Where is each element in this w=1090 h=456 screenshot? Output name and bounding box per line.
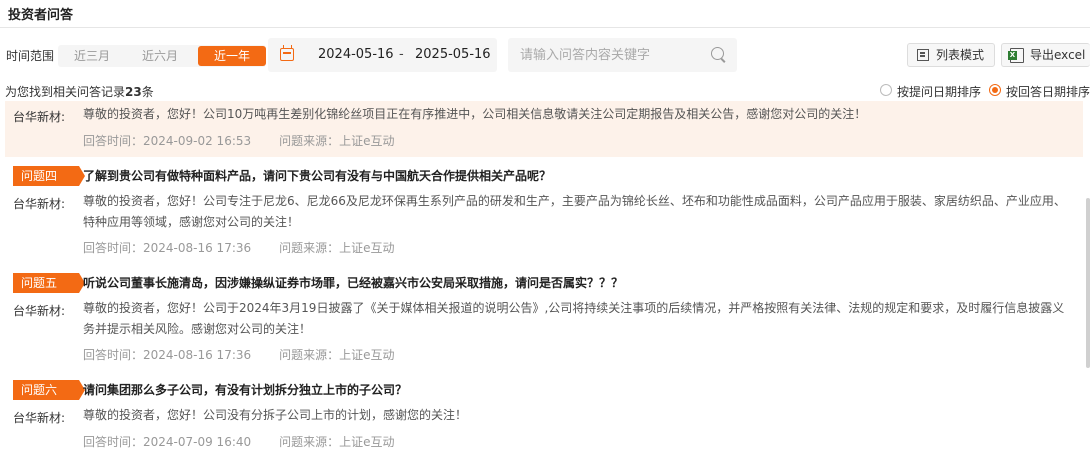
sort-by-reply-date-option[interactable]: 按回答日期排序 [989,83,1090,100]
qa-item: 问题六 请问集团那么多子公司，有没有计划拆分独立上市的子公司？ 台华新材: 尊敬… [5,377,1083,456]
sort-reply-radio[interactable] [989,84,1001,96]
question-source: 问题来源：上证e互动 [279,435,395,449]
reply-time: 回答时间：2024-08-16 17:36 [83,241,252,255]
answer-meta: 回答时间：2024-07-09 16:40 问题来源：上证e互动 [83,433,395,450]
question-text[interactable]: 请问集团那么多子公司，有没有计划拆分独立上市的子公司？ [83,381,407,398]
search-box [508,38,737,72]
search-input[interactable] [508,38,698,72]
sort-ask-label: 按提问日期排序 [897,85,982,99]
answer-meta: 回答时间：2024-08-16 17:36 问题来源：上证e互动 [83,346,395,363]
answer-text: 尊敬的投资者，您好！公司10万吨再生差别化锦纶丝项目正在有序推进中，公司相关信息… [83,107,867,121]
sort-ask-radio[interactable] [880,84,892,96]
result-summary-row: 为您找到相关问答记录23条 按提问日期排序 按回答日期排序 [0,83,1090,99]
search-icon[interactable] [711,47,724,60]
list-mode-button[interactable]: 列表模式 [907,43,995,67]
question-text[interactable]: 了解到贵公司有做特种面料产品，请问下贵公司有没有与中国航天合作提供相关产品呢？ [83,167,551,184]
answer-company: 台华新材: [13,197,66,211]
calendar-icon [280,45,294,61]
answer-text: 尊敬的投资者，您好！公司没有分拆子公司上市的计划，感谢您的关注！ [83,408,468,422]
result-suffix: 条 [141,85,154,99]
question-source: 问题来源：上证e互动 [279,134,395,148]
qa-item: 问题五 听说公司董事长施清岛，因涉嫌操纵证券市场罪，已经被嘉兴市公安局采取措施，… [5,270,1083,370]
answer-meta: 回答时间：2024-08-16 17:36 问题来源：上证e互动 [83,239,395,256]
qa-list: 台华新材: 尊敬的投资者，您好！公司10万吨再生差别化锦纶丝项目正在有序推进中，… [0,101,1084,456]
answer-meta: 回答时间：2024-09-02 16:53 问题来源：上证e互动 [83,132,395,149]
export-excel-label: 导出excel [1030,48,1086,62]
answer-text: 尊敬的投资者，您好！公司专注于尼龙6、尼龙66及尼龙环保再生系列产品的研发和生产… [83,194,1066,229]
page-header: 投资者问答 [0,0,1090,28]
result-prefix: 为您找到相关问答记录 [5,85,126,99]
question-tag: 问题五 [13,273,85,293]
range-3-months-button[interactable]: 近三月 [58,46,126,66]
answer-text: 尊敬的投资者，您好！公司于2024年3月19日披露了《关于媒体相关报道的说明公告… [83,301,1065,336]
range-1-year-button[interactable]: 近一年 [198,46,267,66]
question-source: 问题来源：上证e互动 [279,348,395,362]
date-separator: - [399,47,404,62]
export-excel-button[interactable]: 导出excel [1001,43,1090,67]
sort-by-ask-date-option[interactable]: 按提问日期排序 [880,83,981,100]
excel-icon [1008,48,1024,63]
date-end[interactable]: 2025-05-16 [415,47,491,62]
question-text[interactable]: 听说公司董事长施清岛，因涉嫌操纵证券市场罪，已经被嘉兴市公安局采取措施，请问是否… [83,274,623,291]
answer-company: 台华新材: [13,304,66,318]
answer-company: 台华新材: [13,110,66,124]
sort-reply-label: 按回答日期排序 [1006,85,1090,99]
answer-company: 台华新材: [13,411,66,425]
scrollbar-thumb[interactable] [1086,198,1090,368]
qa-item: 问题四 了解到贵公司有做特种面料产品，请问下贵公司有没有与中国航天合作提供相关产… [5,163,1083,263]
question-source: 问题来源：上证e互动 [279,241,395,255]
qa-item: 台华新材: 尊敬的投资者，您好！公司10万吨再生差别化锦纶丝项目正在有序推进中，… [5,101,1083,157]
reply-time: 回答时间：2024-08-16 17:36 [83,348,252,362]
time-range-label: 时间范围 [6,49,55,63]
date-range-picker[interactable]: 2024-05-16 - 2025-05-16 [268,38,497,72]
filter-bar: 时间范围 近三月 近六月 近一年 2024-05-16 - 2025-05-16… [0,38,1090,72]
question-tag: 问题六 [13,380,85,400]
result-summary: 为您找到相关问答记录23条 [5,83,154,100]
date-start[interactable]: 2024-05-16 [318,47,394,62]
list-icon [917,49,929,61]
range-6-months-button[interactable]: 近六月 [126,46,194,66]
time-range-group: 近三月 近六月 近一年 [58,45,267,67]
question-tag: 问题四 [13,166,85,186]
page-title: 投资者问答 [8,8,74,23]
reply-time: 回答时间：2024-07-09 16:40 [83,435,252,449]
reply-time: 回答时间：2024-09-02 16:53 [83,134,252,148]
list-mode-label: 列表模式 [936,48,985,62]
result-count: 23 [125,85,142,99]
